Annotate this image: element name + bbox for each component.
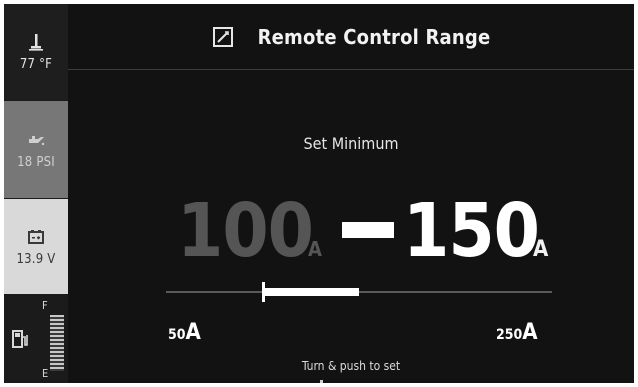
maximum-value[interactable]: 150: [403, 194, 540, 268]
range-slider-track[interactable]: [166, 291, 552, 293]
battery-voltage-value: 13.9 V: [16, 251, 56, 267]
scale-minimum-unit: A: [185, 320, 201, 345]
battery-icon: [28, 229, 44, 244]
thermometer-icon: [29, 34, 43, 51]
scale-minimum-value: 50: [168, 327, 186, 343]
knob-indicator-dot: [320, 380, 323, 383]
maximum-unit: A: [533, 237, 549, 262]
range-slider-min-handle[interactable]: [261, 282, 265, 302]
range-editor[interactable]: 100 A 150 A 50A 250A: [68, 4, 634, 383]
fuel-level-bar: [50, 315, 64, 371]
fuel-full-label: F: [42, 299, 48, 312]
range-separator: [342, 222, 394, 238]
scale-minimum-label: 50A: [168, 320, 201, 345]
temperature-value: 77 °F: [19, 57, 53, 72]
minimum-unit: A: [308, 237, 322, 261]
fuel-pump-icon: [12, 330, 28, 348]
oil-can-icon: [29, 135, 45, 145]
display-screen: 77 °F 18 PSI 13.9 V F E Remote Control R…: [4, 4, 634, 383]
minimum-value[interactable]: 100: [177, 194, 314, 268]
sidebar-oil-pressure-tile[interactable]: 18 PSI: [4, 101, 68, 198]
fuel-empty-label: E: [42, 367, 49, 380]
sidebar-temperature-tile[interactable]: 77 °F: [4, 4, 68, 100]
sidebar-fuel-tile[interactable]: F E: [4, 295, 68, 383]
instruction-hint: Turn & push to set: [301, 359, 401, 373]
oil-pressure-value: 18 PSI: [17, 154, 55, 170]
range-slider-fill: [262, 288, 359, 296]
scale-maximum-label: 250A: [496, 320, 538, 345]
gauge-sidebar: 77 °F 18 PSI 13.9 V F E: [4, 4, 68, 383]
sidebar-battery-tile[interactable]: 13.9 V: [4, 199, 68, 294]
scale-maximum-unit: A: [522, 320, 538, 345]
scale-maximum-value: 250: [496, 327, 523, 343]
